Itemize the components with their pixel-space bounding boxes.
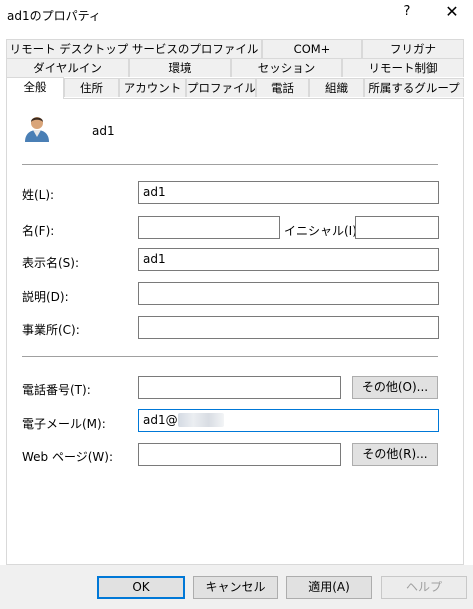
tab-organization[interactable]: 組織 bbox=[309, 78, 364, 97]
tab-dial-in[interactable]: ダイヤルイン bbox=[6, 58, 129, 77]
help-icon[interactable]: ? bbox=[398, 4, 416, 24]
email-label: 電子メール(M): bbox=[22, 417, 106, 431]
user-icon bbox=[25, 117, 49, 142]
telephone-other-button[interactable]: その他(O)... bbox=[352, 376, 438, 399]
close-icon[interactable]: ✕ bbox=[442, 2, 462, 24]
object-name: ad1 bbox=[92, 124, 115, 138]
display-name-label: 表示名(S): bbox=[22, 256, 80, 270]
description-field[interactable] bbox=[138, 282, 439, 305]
telephone-label: 電話番号(T): bbox=[22, 383, 91, 397]
window-title: ad1のプロパティ bbox=[7, 9, 101, 23]
tab-member-of[interactable]: 所属するグループ bbox=[364, 78, 464, 97]
tab-com-plus[interactable]: COM+ bbox=[262, 39, 362, 58]
web-page-field[interactable] bbox=[138, 443, 341, 466]
title-bar: ad1のプロパティ ? ✕ bbox=[0, 0, 473, 30]
email-value: ad1@ bbox=[143, 413, 178, 427]
cancel-button[interactable]: キャンセル bbox=[193, 576, 278, 599]
initials-field[interactable] bbox=[355, 216, 439, 239]
office-label: 事業所(C): bbox=[22, 323, 80, 337]
display-name-field[interactable]: ad1 bbox=[138, 248, 439, 271]
tab-sessions[interactable]: セッション bbox=[231, 58, 342, 77]
description-label: 説明(D): bbox=[22, 290, 69, 304]
tab-telephones[interactable]: 電話 bbox=[256, 78, 309, 97]
telephone-field[interactable] bbox=[138, 376, 341, 399]
tab-account[interactable]: アカウント bbox=[119, 78, 186, 97]
tab-remote-control[interactable]: リモート制御 bbox=[342, 58, 464, 77]
separator bbox=[22, 164, 438, 165]
web-page-other-button[interactable]: その他(R)... bbox=[352, 443, 438, 466]
tab-general[interactable]: 全般 bbox=[6, 77, 64, 99]
ok-button[interactable]: OK bbox=[97, 576, 185, 599]
redacted-blur bbox=[177, 413, 224, 427]
last-name-label: 姓(L): bbox=[22, 188, 55, 202]
tab-address[interactable]: 住所 bbox=[64, 78, 119, 97]
tab-furigana[interactable]: フリガナ bbox=[362, 39, 464, 58]
web-page-label: Web ページ(W): bbox=[22, 450, 114, 464]
separator bbox=[22, 356, 438, 357]
first-name-field[interactable] bbox=[138, 216, 280, 239]
office-field[interactable] bbox=[138, 316, 439, 339]
email-field[interactable]: ad1@ bbox=[138, 409, 439, 432]
apply-button[interactable]: 適用(A) bbox=[286, 576, 372, 599]
initials-label: イニシャル(I): bbox=[284, 224, 361, 238]
tab-environment[interactable]: 環境 bbox=[129, 58, 231, 77]
first-name-label: 名(F): bbox=[22, 224, 55, 238]
tab-rds-profile[interactable]: リモート デスクトップ サービスのプロファイル bbox=[6, 39, 262, 58]
tab-profile[interactable]: プロファイル bbox=[186, 78, 256, 97]
last-name-field[interactable]: ad1 bbox=[138, 181, 439, 204]
help-button[interactable]: ヘルプ bbox=[381, 576, 467, 599]
